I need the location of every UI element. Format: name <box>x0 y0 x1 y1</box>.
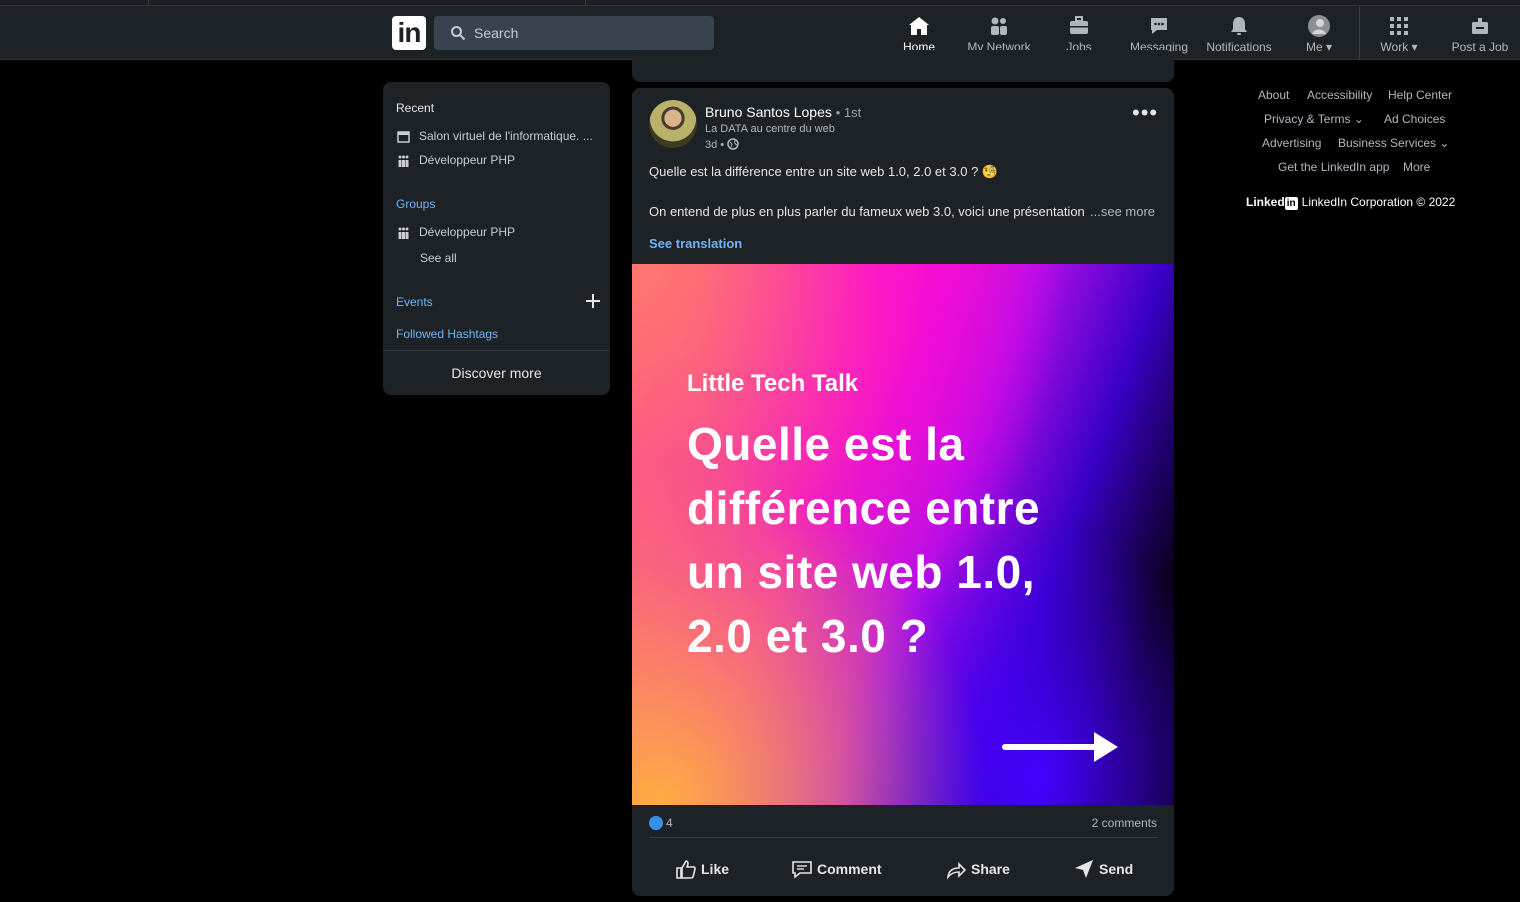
share-button[interactable]: Share <box>945 858 1010 880</box>
nav-label: Post a Job <box>1451 40 1509 54</box>
events-link[interactable]: Events <box>396 295 433 309</box>
group-icon <box>398 227 409 239</box>
chevron-down-icon: ⌄ <box>1350 112 1364 126</box>
recent-title: Recent <box>396 101 435 115</box>
nav-work[interactable]: Work ▾ <box>1374 10 1424 60</box>
linkedin-wordmark: Linked <box>1246 195 1285 209</box>
chevron-down-icon: ▾ <box>1408 40 1418 54</box>
recent-item[interactable]: Salon virtuel de l'informatique. ... <box>397 129 593 143</box>
comment-button[interactable]: Comment <box>791 858 882 880</box>
feed-post: Bruno Santos Lopes • 1st La DATA au cent… <box>632 88 1174 896</box>
previous-post-tail <box>632 50 1174 82</box>
post-time: 3d • <box>705 138 739 151</box>
linkedin-logo[interactable]: in <box>392 16 426 50</box>
footer-link-app[interactable]: Get the LinkedIn app <box>1278 160 1389 174</box>
reaction-count[interactable]: 4 <box>666 816 673 830</box>
search-icon <box>451 26 466 41</box>
like-button[interactable]: Like <box>675 858 729 880</box>
avatar-icon <box>1308 15 1330 37</box>
send-button[interactable]: Send <box>1073 858 1133 880</box>
author-avatar[interactable] <box>649 100 697 148</box>
recent-item[interactable]: Développeur PHP <box>397 153 515 167</box>
chevron-down-icon: ⌄ <box>1436 136 1450 150</box>
nav-notifications[interactable]: Notifications <box>1202 10 1276 60</box>
post-actions: Like Comment Share Send <box>632 848 1174 892</box>
image-headline: Quelle est la différence entre un site w… <box>687 418 1041 662</box>
footer-link-privacy-label: Privacy & Terms <box>1264 112 1351 126</box>
group-icon <box>398 155 409 167</box>
comments-count[interactable]: 2 comments <box>1092 816 1157 830</box>
more-options-icon[interactable]: ••• <box>1132 100 1158 126</box>
nav-label: Work <box>1380 40 1409 54</box>
send-icon <box>1075 860 1093 878</box>
calendar-icon <box>397 131 410 143</box>
comment-label: Comment <box>817 861 882 877</box>
author-headline: La DATA au centre du web <box>705 123 835 135</box>
share-label: Share <box>971 861 1010 877</box>
footer-link-help[interactable]: Help Center <box>1388 88 1452 102</box>
groups-title[interactable]: Groups <box>396 197 435 211</box>
footer-link-advertising[interactable]: Advertising <box>1262 136 1321 150</box>
followed-hashtags-link[interactable]: Followed Hashtags <box>396 327 498 341</box>
linkedin-mini-logo: in <box>1284 197 1298 210</box>
thumbs-up-icon <box>676 860 696 879</box>
comment-icon <box>792 861 812 879</box>
footer-link-about[interactable]: About <box>1258 88 1289 102</box>
arrow-right-icon <box>1002 732 1118 762</box>
footer-link-privacy[interactable]: Privacy & Terms ⌄ <box>1264 112 1364 126</box>
nav-label: Me <box>1305 40 1323 54</box>
briefcase-icon <box>1070 16 1088 34</box>
network-icon <box>991 17 1007 35</box>
recent-item-label: Développeur PHP <box>419 153 516 167</box>
post-text-line1: Quelle est la différence entre un site w… <box>649 164 999 179</box>
footer-link-more[interactable]: More <box>1403 160 1430 174</box>
send-label: Send <box>1099 861 1134 877</box>
share-icon <box>946 862 967 880</box>
post-job-icon <box>1472 18 1488 34</box>
copyright: Linked in LinkedIn Corporation © 2022 <box>1246 195 1455 210</box>
post-text-line2: On entend de plus en plus parler du fame… <box>649 204 1085 219</box>
author-name: Bruno Santos Lopes <box>705 104 832 120</box>
home-icon <box>909 17 929 35</box>
nav-post-a-job[interactable]: Post a Job <box>1450 10 1510 60</box>
author-line[interactable]: Bruno Santos Lopes • 1st <box>705 104 861 120</box>
footer-link-accessibility[interactable]: Accessibility <box>1307 88 1372 102</box>
footer-link-business-label: Business Services <box>1338 136 1437 150</box>
like-label: Like <box>701 861 730 877</box>
group-item-label: Développeur PHP <box>419 225 516 239</box>
nav-me[interactable]: Me ▾ <box>1298 10 1340 60</box>
bell-icon <box>1231 17 1247 35</box>
copyright-text: LinkedIn Corporation © 2022 <box>1301 195 1456 209</box>
recent-item-label: Salon virtuel de l'informatique. ... <box>419 129 593 143</box>
like-reaction-icon <box>649 816 663 830</box>
social-counts: 4 2 comments <box>649 816 1157 838</box>
post-time-label: 3d • <box>705 139 725 151</box>
see-translation-link[interactable]: See translation <box>649 236 742 251</box>
grid-icon <box>1390 17 1408 35</box>
footer-link-ad-choices[interactable]: Ad Choices <box>1384 112 1445 126</box>
globe-icon <box>727 138 739 150</box>
image-kicker: Little Tech Talk <box>687 370 859 397</box>
chevron-down-icon: ▾ <box>1322 40 1333 54</box>
see-all-link[interactable]: See all <box>420 251 457 265</box>
group-item[interactable]: Développeur PHP <box>397 225 515 239</box>
community-panel: Recent Salon virtuel de l'informatique. … <box>383 82 610 395</box>
plus-icon[interactable] <box>586 294 600 308</box>
chat-icon <box>1151 18 1167 34</box>
nav-divider <box>1359 6 1360 60</box>
search-placeholder: Search <box>474 25 519 41</box>
nav-label: Notifications <box>1206 40 1272 54</box>
footer-link-business[interactable]: Business Services ⌄ <box>1338 136 1449 150</box>
search-input[interactable]: Search <box>434 16 714 50</box>
connection-degree: • 1st <box>835 105 862 120</box>
post-image[interactable]: Little Tech Talk Quelle est la différenc… <box>632 264 1174 805</box>
discover-more-button[interactable]: Discover more <box>383 350 610 395</box>
see-more-link[interactable]: ...see more <box>1090 204 1155 219</box>
